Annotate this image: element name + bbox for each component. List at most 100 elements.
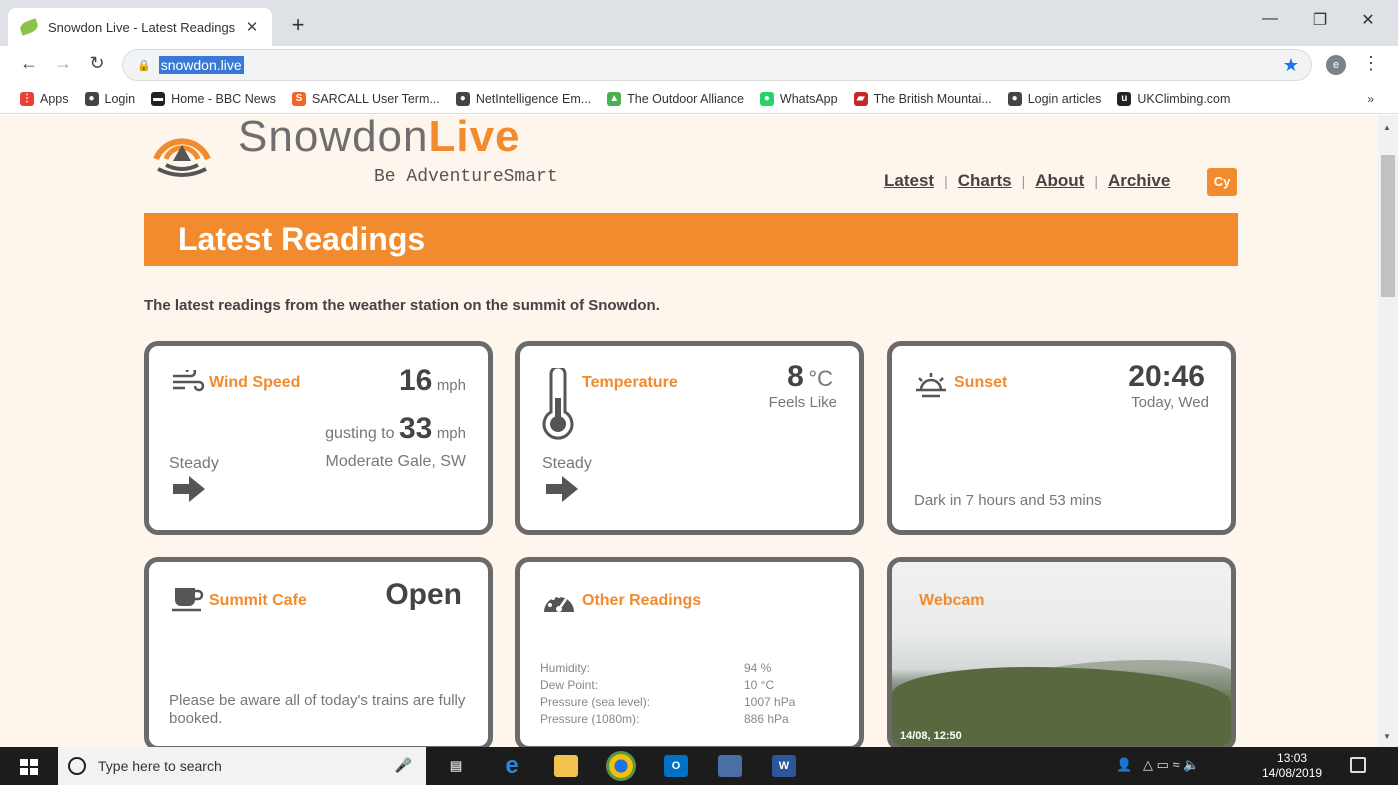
- temperature-trend: Steady: [542, 455, 592, 472]
- search-placeholder: Type here to search: [98, 758, 222, 774]
- webcam-label: Webcam: [919, 592, 985, 609]
- sunset-label: Sunset: [954, 374, 1008, 391]
- windows-taskbar: Type here to search 🎤 ▤ e O W 👤 △ ▭ ≈ 🔈 …: [0, 747, 1398, 785]
- bookmark-item[interactable]: ▬ Home - BBC News: [151, 91, 276, 106]
- reading-row: Dew Point: 10 °C: [540, 677, 795, 694]
- file-explorer-icon[interactable]: [554, 755, 578, 777]
- reading-row: Humidity: 94 %: [540, 660, 795, 677]
- apps-grid-icon: ⋮: [20, 91, 34, 106]
- feels-like-label: Feels Like: [768, 394, 837, 411]
- outlook-icon[interactable]: O: [664, 755, 688, 777]
- close-tab-icon[interactable]: ✕: [244, 18, 260, 36]
- edge-icon[interactable]: e: [500, 754, 524, 778]
- bookmark-item[interactable]: ⋮ Apps: [20, 91, 69, 106]
- chrome-icon[interactable]: [606, 751, 636, 781]
- scroll-up-icon[interactable]: ▲: [1383, 123, 1391, 132]
- lock-icon: 🔒: [137, 59, 151, 72]
- word-icon[interactable]: W: [772, 755, 796, 777]
- reload-icon[interactable]: ↻: [86, 53, 108, 74]
- windows-start-icon[interactable]: [20, 759, 38, 775]
- wind-speed-unit: mph: [436, 377, 466, 394]
- other-readings-label: Other Readings: [582, 592, 702, 609]
- scroll-down-icon[interactable]: ▼: [1383, 732, 1391, 741]
- bookmark-item[interactable]: ▰ The British Mountai...: [853, 91, 992, 106]
- task-view-icon[interactable]: ▤: [444, 755, 468, 777]
- logo-live: Live: [428, 115, 521, 161]
- globe-icon: ●: [1007, 91, 1022, 106]
- microphone-icon[interactable]: 🎤: [395, 757, 412, 774]
- bookmark-item[interactable]: ● Login: [84, 91, 135, 106]
- bbc-icon: ▬: [151, 91, 166, 106]
- wind-trend: Steady: [169, 455, 219, 472]
- nav-latest[interactable]: Latest: [884, 171, 934, 191]
- bookmark-item[interactable]: ● WhatsApp: [759, 91, 838, 106]
- bookmark-item[interactable]: u UKClimbing.com: [1117, 91, 1231, 106]
- nav-about[interactable]: About: [1035, 171, 1084, 191]
- sunset-card[interactable]: Sunset 20:46 Today, Wed Dark in 7 hours …: [887, 341, 1236, 535]
- bookmark-label: Apps: [40, 91, 69, 106]
- bookmark-item[interactable]: S SARCALL User Term...: [291, 91, 440, 106]
- url-text[interactable]: snowdon.live: [158, 56, 244, 74]
- bookmark-label: Login articles: [1027, 91, 1102, 106]
- new-tab-button[interactable]: +: [286, 12, 310, 38]
- dark-in-text: Dark in 7 hours and 53 mins: [914, 492, 1102, 509]
- browser-menu-icon[interactable]: ⋮: [1362, 53, 1380, 74]
- site-tagline: Be AdventureSmart: [374, 167, 558, 187]
- minimize-icon[interactable]: —: [1258, 10, 1282, 28]
- other-readings-card[interactable]: Other Readings Humidity: 94 % Dew Point: 1…: [515, 557, 864, 747]
- system-clock[interactable]: 13:03 14/08/2019: [1262, 751, 1322, 781]
- thermometer-icon: [542, 368, 574, 440]
- wind-description: Moderate Gale, SW: [325, 453, 467, 470]
- sunset-time: 20:46: [1128, 360, 1205, 393]
- reading-value: 10 °C: [744, 678, 775, 692]
- bookmark-item[interactable]: ● Login articles: [1007, 91, 1102, 106]
- webcam-image[interactable]: [892, 562, 1231, 746]
- cafe-status: Open: [385, 578, 462, 611]
- app-icon[interactable]: [718, 755, 742, 777]
- summit-cafe-card[interactable]: Summit Cafe Open Please be aware all of …: [144, 557, 493, 747]
- forward-icon[interactable]: →: [52, 53, 74, 74]
- page-scrollbar[interactable]: ▲ ▼: [1378, 115, 1398, 747]
- address-bar[interactable]: 🔒 snowdon.live ★: [122, 49, 1312, 81]
- temperature-trend-arrow-icon: [546, 476, 578, 502]
- webcam-timestamp: 14/08, 12:50: [900, 730, 962, 742]
- scrollbar-thumb[interactable]: [1381, 155, 1395, 297]
- browser-tab[interactable]: Snowdon Live - Latest Readings ✕: [8, 8, 272, 46]
- reading-value: 94 %: [744, 661, 772, 675]
- bookmark-label: UKClimbing.com: [1137, 91, 1231, 106]
- wind-speed-value: 16 mph: [399, 364, 466, 398]
- nav-archive[interactable]: Archive: [1108, 171, 1170, 191]
- notifications-icon[interactable]: [1350, 757, 1366, 773]
- nav-separator: |: [1021, 173, 1026, 189]
- close-window-icon[interactable]: ✕: [1356, 10, 1380, 30]
- other-readings-table: Humidity: 94 % Dew Point: 10 °C Pressure (…: [540, 660, 795, 728]
- temperature-number: 8: [787, 360, 804, 393]
- bookmark-label: WhatsApp: [779, 91, 838, 106]
- wind-speed-card[interactable]: Wind Speed 16 mph gusting to 33 mph Stea…: [144, 341, 493, 535]
- bookmarks-overflow-icon[interactable]: »: [1367, 92, 1374, 106]
- logo-name: Snowdon: [238, 115, 429, 161]
- reading-row: Pressure (sea level): 1007 hPa: [540, 694, 795, 711]
- bmc-icon: ▰: [853, 91, 868, 106]
- profile-avatar[interactable]: e: [1326, 55, 1346, 75]
- bookmark-item[interactable]: ▲ The Outdoor Alliance: [607, 91, 744, 106]
- site-logo-text[interactable]: SnowdonLive: [238, 115, 521, 159]
- wind-icon: [173, 370, 205, 392]
- page-title: Latest Readings: [178, 221, 426, 257]
- temperature-unit: °C: [808, 366, 833, 391]
- bookmark-item[interactable]: ● NetIntelligence Em...: [455, 91, 591, 106]
- welsh-language-button[interactable]: Cy: [1207, 168, 1237, 196]
- back-icon[interactable]: ←: [18, 53, 40, 74]
- intro-text: The latest readings from the weather sta…: [144, 297, 660, 314]
- bookmark-label: Home - BBC News: [171, 91, 276, 106]
- webcam-card[interactable]: Webcam 14/08, 12:50: [887, 557, 1236, 747]
- restore-icon[interactable]: ❐: [1308, 10, 1332, 30]
- taskbar-search[interactable]: Type here to search 🎤: [58, 747, 426, 785]
- wind-direction-arrow-icon: [173, 476, 205, 502]
- snowdon-live-logo-icon[interactable]: [146, 115, 218, 179]
- bookmark-star-icon[interactable]: ★: [1283, 55, 1299, 76]
- nav-charts[interactable]: Charts: [958, 171, 1012, 191]
- system-tray[interactable]: 👤 △ ▭ ≈ 🔈: [1116, 757, 1199, 773]
- gust-unit: mph: [436, 425, 466, 442]
- temperature-card[interactable]: Temperature 8 °C Feels Like Steady: [515, 341, 864, 535]
